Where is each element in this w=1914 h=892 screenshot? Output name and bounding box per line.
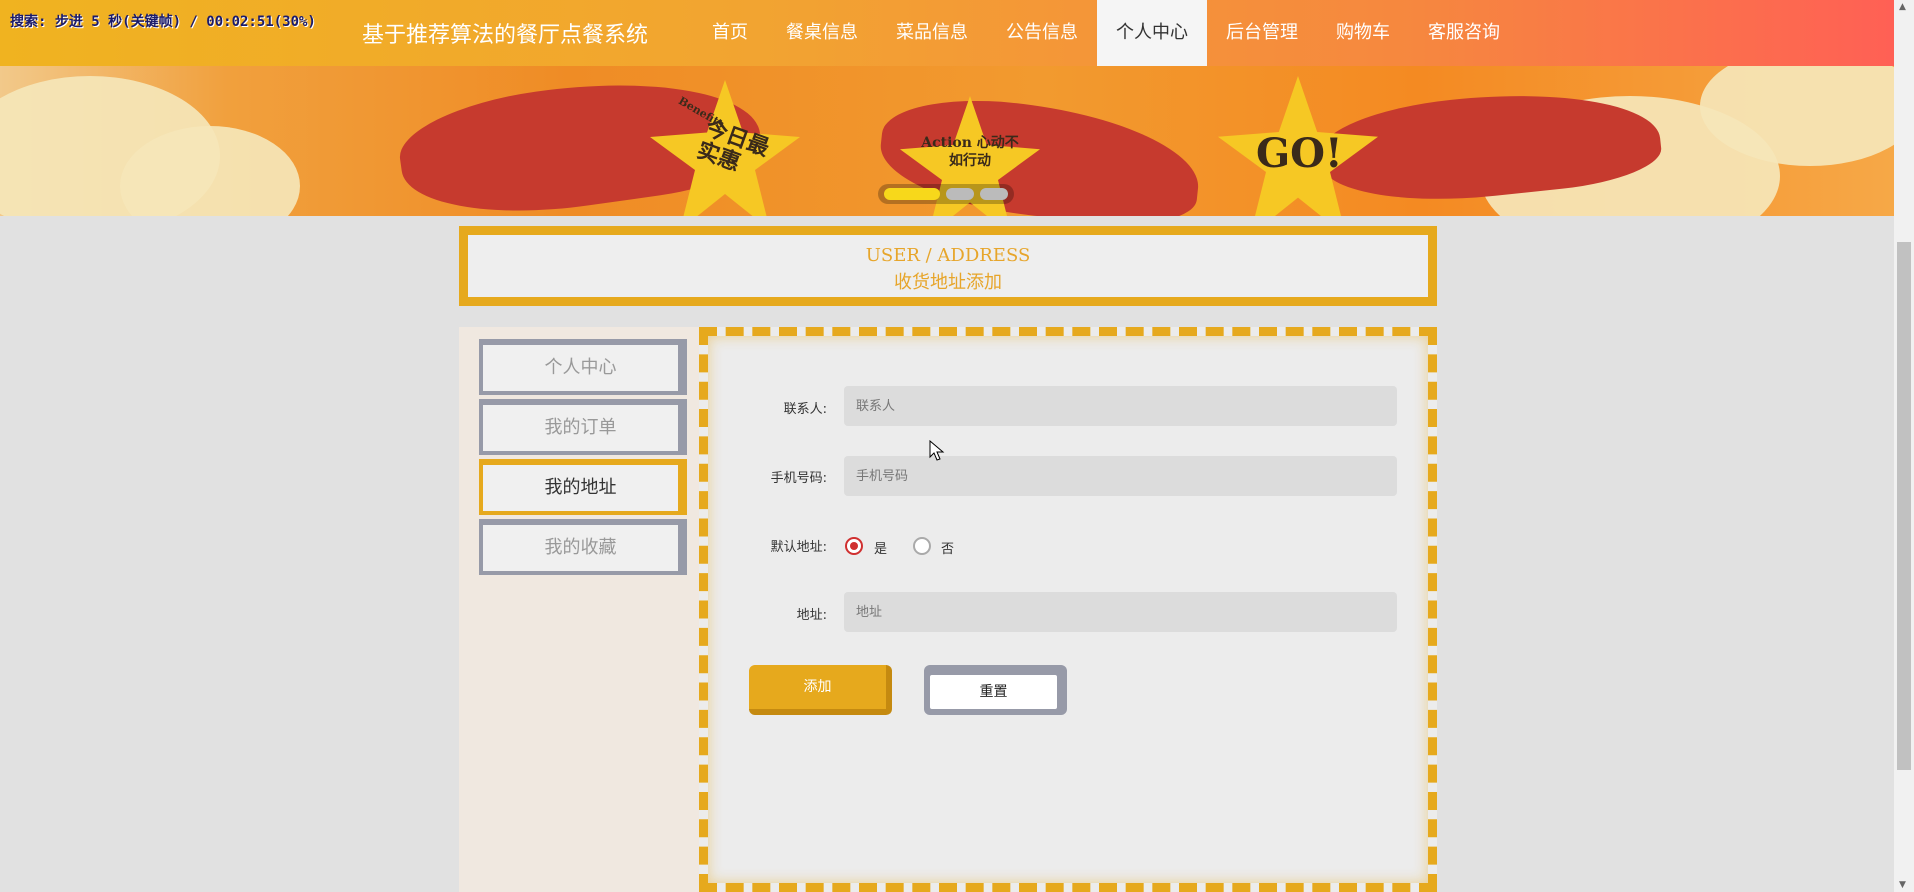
menu-my-address[interactable]: 我的地址 [479, 459, 687, 515]
add-button[interactable]: 添加 [749, 665, 892, 715]
default-yes-radio[interactable] [845, 537, 863, 555]
default-no-label: 否 [941, 542, 955, 557]
page-title-en: USER / ADDRESS [865, 245, 1031, 266]
scroll-up-icon[interactable]: ▲ [1899, 2, 1906, 12]
default-yes-label: 是 [874, 542, 888, 557]
scroll-thumb[interactable] [1897, 242, 1911, 770]
page-title-box: USER / ADDRESS 收货地址添加 [459, 226, 1437, 306]
page-title-cn: 收货地址添加 [894, 272, 1002, 293]
top-navbar: 搜索: 步进 5 秒(关键帧) / 00:02:51(30%) 基于推荐算法的餐… [0, 0, 1894, 66]
phone-label: 手机号码: [770, 471, 827, 486]
nav-dishes[interactable]: 菜品信息 [877, 0, 987, 66]
page-scrollbar[interactable]: ▲ ▼ [1894, 0, 1914, 892]
mouse-cursor-icon [929, 440, 945, 461]
carousel-dot-1[interactable] [884, 188, 940, 200]
default-no-radio[interactable] [913, 537, 931, 555]
side-menu: 个人中心 我的订单 我的地址 我的收藏 [459, 327, 699, 892]
nav-admin[interactable]: 后台管理 [1207, 0, 1317, 66]
menu-my-orders[interactable]: 我的订单 [479, 399, 687, 455]
phone-input[interactable] [844, 456, 1397, 496]
carousel-dot-2[interactable] [946, 188, 974, 200]
banner-carousel[interactable]: Benefits 今日最实惠 Action 心动不如行动 GO! [0, 66, 1894, 216]
site-title[interactable]: 基于推荐算法的餐厅点餐系统 [362, 17, 648, 49]
nav-customer-service[interactable]: 客服咨询 [1409, 0, 1519, 66]
address-input[interactable] [844, 592, 1397, 632]
carousel-indicators [878, 184, 1014, 204]
scroll-down-icon[interactable]: ▼ [1899, 880, 1906, 890]
menu-my-favorites[interactable]: 我的收藏 [479, 519, 687, 575]
nav-tables[interactable]: 餐桌信息 [767, 0, 877, 66]
contact-input[interactable] [844, 386, 1397, 426]
nav-cart[interactable]: 购物车 [1317, 0, 1409, 66]
main-nav: 首页 餐桌信息 菜品信息 公告信息 个人中心 后台管理 购物车 客服咨询 [693, 0, 1519, 66]
banner-star-text: GO! [1256, 130, 1343, 177]
carousel-dot-3[interactable] [980, 188, 1008, 200]
menu-personal-center[interactable]: 个人中心 [479, 339, 687, 395]
recorder-overlay: 搜索: 步进 5 秒(关键帧) / 00:02:51(30%) [10, 14, 316, 30]
nav-personal-center[interactable]: 个人中心 [1097, 0, 1207, 66]
nav-home[interactable]: 首页 [693, 0, 767, 66]
default-address-label: 默认地址: [770, 540, 827, 555]
reset-button-label: 重置 [930, 675, 1057, 709]
address-label: 地址: [796, 608, 827, 623]
nav-announcements[interactable]: 公告信息 [987, 0, 1097, 66]
reset-button[interactable]: 重置 [924, 665, 1067, 715]
banner-star-text: Action 心动不如行动 [921, 135, 1019, 169]
contact-label: 联系人: [783, 402, 827, 417]
